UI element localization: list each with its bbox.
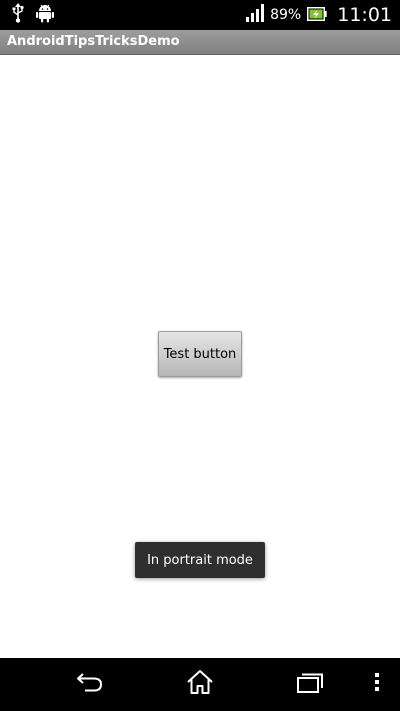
menu-icon [374,672,380,696]
battery-percentage: 89% [270,7,302,23]
notification-icons [12,3,54,27]
navigation-bar [0,658,400,711]
status-bar: 89% 11:01 [0,0,400,30]
system-status: 89% 11:01 [246,0,392,30]
android-icon [36,3,54,27]
signal-icon [246,4,265,26]
recent-apps-icon [297,671,325,697]
home-icon [186,669,214,699]
home-button[interactable] [180,666,220,702]
clock: 11:01 [337,4,392,26]
back-icon [75,671,105,697]
overflow-menu-button[interactable] [362,666,392,702]
test-button[interactable]: Test button [158,331,242,377]
usb-icon [12,3,24,27]
app-title: AndroidTipsTricksDemo [7,34,180,49]
toast-message: In portrait mode [135,542,265,578]
battery-charging-icon [307,6,327,25]
recent-apps-button[interactable] [291,666,331,702]
back-button[interactable] [70,666,110,702]
action-bar: AndroidTipsTricksDemo [0,30,400,55]
toast-text: In portrait mode [147,552,253,568]
